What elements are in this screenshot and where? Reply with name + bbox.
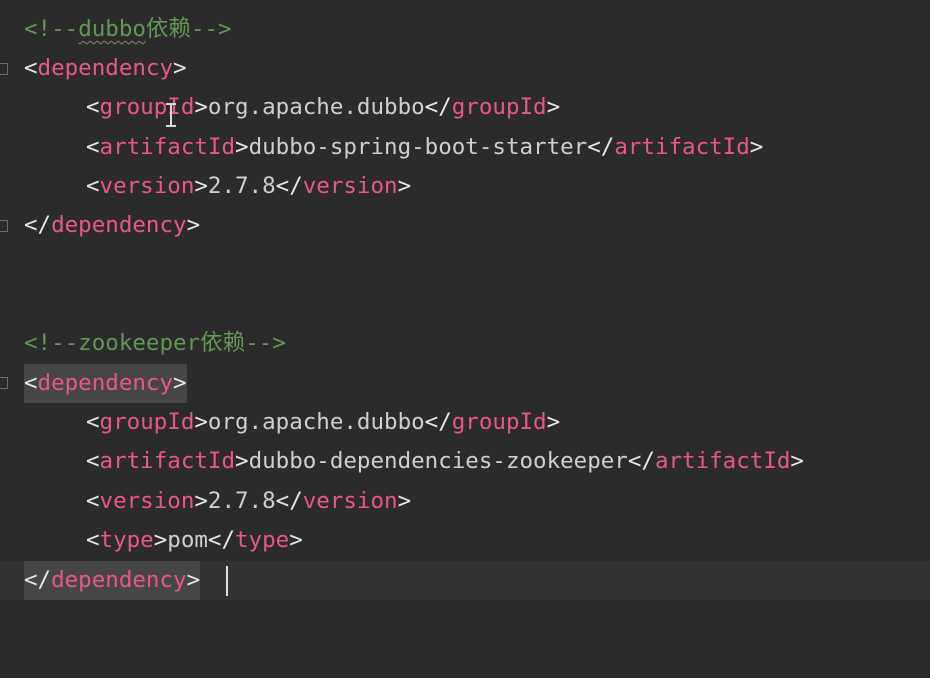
tag-bracket: < bbox=[86, 173, 100, 199]
code-line-type[interactable]: <type>pom</type> bbox=[0, 521, 930, 560]
tag-bracket: < bbox=[86, 448, 100, 474]
tag-value: dubbo-spring-boot-starter bbox=[248, 134, 588, 160]
tag-value: org.apache.dubbo bbox=[207, 94, 425, 120]
tag-bracket: </ bbox=[24, 212, 52, 238]
tag-name: version bbox=[99, 173, 195, 199]
tag-name: artifactId bbox=[99, 134, 236, 160]
tag-name: groupId bbox=[99, 94, 195, 120]
tag-bracket: > bbox=[194, 94, 208, 120]
tag-bracket: </ bbox=[627, 448, 655, 474]
tag-name: type bbox=[99, 527, 154, 553]
tag-name: version bbox=[99, 488, 195, 514]
code-line-comment-dubbo[interactable]: <!--dubbo依赖--> bbox=[0, 10, 930, 49]
tag-bracket: > bbox=[173, 370, 187, 396]
tag-bracket: > bbox=[235, 134, 249, 160]
tag-name: dependency bbox=[51, 567, 187, 593]
tag-bracket: > bbox=[186, 567, 201, 593]
tag-name: groupId bbox=[451, 94, 547, 120]
tag-bracket: < bbox=[86, 409, 100, 435]
code-line-dependency-close-current[interactable]: </dependency> bbox=[0, 561, 930, 600]
code-line-version[interactable]: <version>2.7.8</version> bbox=[0, 167, 930, 206]
tag-bracket: </ bbox=[275, 173, 303, 199]
code-editor[interactable]: <!--dubbo依赖--> <dependency> <groupId>org… bbox=[0, 0, 930, 615]
code-line-artifactid[interactable]: <artifactId>dubbo-spring-boot-starter</a… bbox=[0, 128, 930, 167]
comment-close: --> bbox=[190, 16, 232, 42]
tag-bracket: </ bbox=[424, 94, 452, 120]
tag-bracket: > bbox=[546, 409, 561, 435]
tag-bracket: > bbox=[546, 94, 561, 120]
tag-name: artifactId bbox=[99, 448, 236, 474]
tag-value: 2.7.8 bbox=[207, 173, 276, 199]
tag-value: pom bbox=[167, 527, 208, 553]
tag-name: dependency bbox=[37, 370, 174, 396]
tag-name: version bbox=[302, 488, 398, 514]
tag-bracket: > bbox=[397, 173, 412, 199]
comment-text: 依赖 bbox=[145, 16, 191, 42]
code-line-comment-zookeeper[interactable]: <!--zookeeper依赖--> bbox=[0, 324, 930, 363]
tag-value: dubbo-dependencies-zookeeper bbox=[248, 448, 628, 474]
code-line-dependency-open[interactable]: <dependency> bbox=[0, 49, 930, 88]
tag-bracket: > bbox=[186, 212, 201, 238]
tag-bracket: </ bbox=[275, 488, 303, 514]
code-line-dependency-open[interactable]: <dependency> bbox=[0, 364, 930, 403]
tag-name: groupId bbox=[99, 409, 195, 435]
tag-bracket: </ bbox=[24, 567, 52, 593]
tag-value: org.apache.dubbo bbox=[207, 409, 425, 435]
tag-name: artifactId bbox=[614, 134, 750, 160]
tag-bracket: </ bbox=[587, 134, 615, 160]
tag-name: version bbox=[302, 173, 398, 199]
tag-name: type bbox=[235, 527, 290, 553]
code-line-version[interactable]: <version>2.7.8</version> bbox=[0, 482, 930, 521]
code-line-groupid[interactable]: <groupId>org.apache.dubbo</groupId> bbox=[0, 403, 930, 442]
matched-tag-highlight: </dependency> bbox=[24, 561, 201, 600]
tag-bracket: < bbox=[24, 370, 38, 396]
tag-bracket: > bbox=[397, 488, 412, 514]
tag-bracket: < bbox=[86, 488, 100, 514]
code-line-groupid[interactable]: <groupId>org.apache.dubbo</groupId> bbox=[0, 88, 930, 127]
tag-bracket: > bbox=[173, 55, 187, 81]
code-line-dependency-close[interactable]: </dependency> bbox=[0, 206, 930, 245]
tag-bracket: > bbox=[749, 134, 764, 160]
tag-bracket: < bbox=[86, 94, 100, 120]
tag-bracket: < bbox=[24, 55, 38, 81]
comment-open: <!-- bbox=[24, 16, 79, 42]
text-cursor-icon bbox=[166, 103, 176, 127]
tag-name: groupId bbox=[451, 409, 547, 435]
tag-value: 2.7.8 bbox=[207, 488, 276, 514]
tag-bracket: > bbox=[194, 488, 208, 514]
tag-bracket: < bbox=[86, 527, 100, 553]
tag-name: artifactId bbox=[654, 448, 791, 474]
code-line-artifactid[interactable]: <artifactId>dubbo-dependencies-zookeeper… bbox=[0, 442, 930, 481]
caret-icon bbox=[226, 565, 228, 596]
tag-bracket: > bbox=[235, 448, 249, 474]
tag-name: dependency bbox=[37, 55, 174, 81]
tag-bracket: > bbox=[194, 409, 208, 435]
tag-bracket: > bbox=[153, 527, 168, 553]
tag-bracket: </ bbox=[424, 409, 452, 435]
comment-word: dubbo bbox=[78, 16, 146, 42]
comment-text: <!--zookeeper依赖--> bbox=[24, 330, 286, 356]
tag-name: dependency bbox=[51, 212, 187, 238]
tag-bracket: > bbox=[289, 527, 303, 553]
tag-bracket: > bbox=[194, 173, 208, 199]
tag-bracket: > bbox=[790, 448, 804, 474]
tag-bracket: </ bbox=[207, 527, 236, 553]
tag-bracket: < bbox=[86, 134, 100, 160]
matched-tag-highlight: <dependency> bbox=[24, 364, 187, 403]
